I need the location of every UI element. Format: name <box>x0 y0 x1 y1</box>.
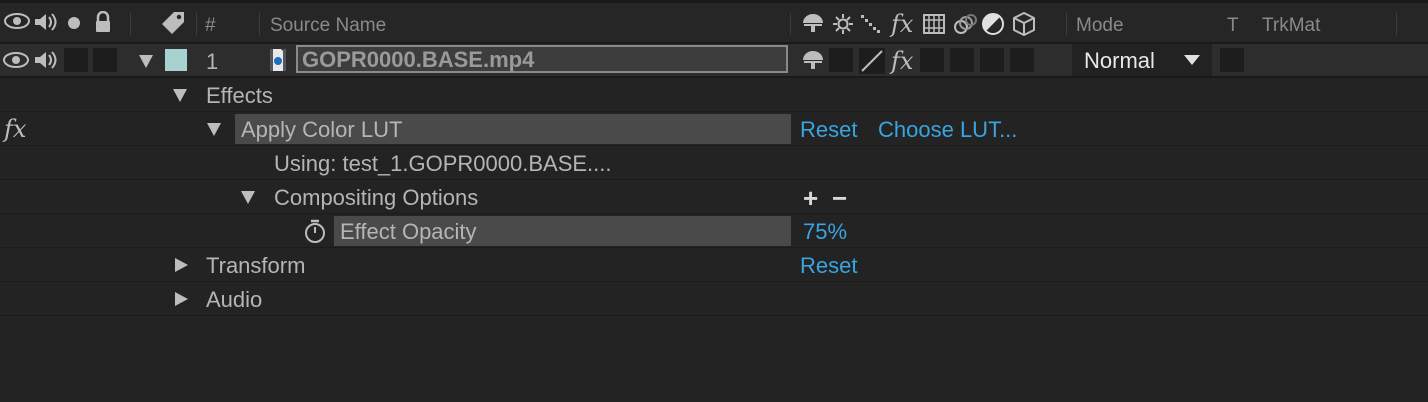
effects-expand-toggle[interactable] <box>173 89 187 102</box>
effects-fx-icon[interactable]: fx <box>891 10 913 38</box>
layer-solo-switch[interactable] <box>64 48 88 72</box>
label-tag-icon[interactable] <box>158 10 186 39</box>
layer-shy-icon[interactable] <box>801 49 825 76</box>
effect-opacity-value[interactable]: 75% <box>803 219 847 245</box>
effect-opacity-label[interactable]: Effect Opacity <box>340 219 477 245</box>
audio-label: Audio <box>206 287 263 312</box>
choose-lut-button[interactable]: Choose LUT... <box>878 117 1017 143</box>
t-column-header[interactable]: T <box>1227 15 1239 37</box>
transform-expand-toggle[interactable] <box>175 258 188 272</box>
lock-icon[interactable] <box>94 10 112 38</box>
layer-expand-toggle[interactable] <box>139 55 153 68</box>
lut-using-label: Using: test_1.GOPR0000.BASE.... <box>274 151 612 176</box>
motion-blur-icon[interactable] <box>952 13 978 40</box>
transform-label: Transform <box>206 253 306 278</box>
solo-icon[interactable] <box>67 16 81 35</box>
trkmat-column-header[interactable]: TrkMat <box>1262 15 1320 37</box>
blend-mode-value: Normal <box>1084 48 1155 73</box>
audio-row[interactable]: Audio <box>0 282 1428 316</box>
layer-lock-switch[interactable] <box>93 48 117 72</box>
layer-collapse-switch[interactable] <box>829 48 853 72</box>
trkmat-switch[interactable] <box>1220 48 1244 72</box>
mode-column-header[interactable]: Mode <box>1076 15 1124 37</box>
frame-blending-icon[interactable] <box>922 13 946 40</box>
quality-icon[interactable] <box>860 14 882 39</box>
layer-motion-blur-switch[interactable] <box>950 48 974 72</box>
layer-3d-switch[interactable] <box>1010 48 1034 72</box>
reset-lut-button[interactable]: Reset <box>800 117 857 143</box>
3d-layer-icon[interactable] <box>1012 11 1036 42</box>
audio-icon[interactable] <box>33 12 57 37</box>
layer-name: GOPR0000.BASE.mp4 <box>302 47 535 72</box>
effect-opacity-row[interactable]: Effect Opacity 75% <box>0 214 1428 248</box>
add-mask-button[interactable]: + <box>803 183 818 214</box>
layer-adjustment-switch[interactable] <box>980 48 1004 72</box>
compositing-options-label: Compositing Options <box>274 185 479 210</box>
layer-audio-icon[interactable] <box>33 50 57 75</box>
video-visibility-icon[interactable] <box>4 12 30 35</box>
transform-row[interactable]: Transform Reset <box>0 248 1428 282</box>
remove-mask-button[interactable]: − <box>832 183 847 214</box>
apply-color-lut-label[interactable]: Apply Color LUT <box>241 117 402 143</box>
chevron-down-icon[interactable] <box>1184 55 1200 65</box>
layer-row[interactable]: 1 GOPR0000.BASE.mp4 fx Normal <box>0 44 1428 78</box>
layer-fx-switch[interactable]: fx <box>891 47 913 75</box>
stopwatch-icon[interactable] <box>303 218 327 249</box>
lut-using-row: Using: test_1.GOPR0000.BASE.... <box>0 146 1428 180</box>
audio-expand-toggle[interactable] <box>175 292 188 306</box>
timeline-header: # Source Name fx Mode T TrkMat <box>0 0 1428 44</box>
effects-group-row[interactable]: Effects <box>0 78 1428 112</box>
number-column-header[interactable]: # <box>205 15 216 37</box>
compositing-options-expand-toggle[interactable] <box>241 191 255 204</box>
fx-badge-icon: fx <box>4 115 27 143</box>
footage-file-icon <box>268 48 288 77</box>
compositing-options-row[interactable]: Compositing Options + − <box>0 180 1428 214</box>
layer-number: 1 <box>206 49 219 74</box>
source-name-column-header[interactable]: Source Name <box>270 15 386 37</box>
apply-color-lut-row[interactable]: fx Apply Color LUT Reset Choose LUT... <box>0 112 1428 146</box>
collapse-sun-icon[interactable] <box>832 13 854 40</box>
shy-icon[interactable] <box>801 12 825 39</box>
apply-color-lut-expand-toggle[interactable] <box>207 123 221 136</box>
effects-label: Effects <box>206 83 273 108</box>
transform-reset-button[interactable]: Reset <box>800 253 857 279</box>
adjustment-layer-icon[interactable] <box>982 13 1004 40</box>
layer-quality-slash-icon[interactable] <box>859 48 885 79</box>
layer-label-color-swatch[interactable] <box>165 49 187 71</box>
layer-frame-blend-switch[interactable] <box>920 48 944 72</box>
layer-video-visibility-icon[interactable] <box>3 51 29 74</box>
